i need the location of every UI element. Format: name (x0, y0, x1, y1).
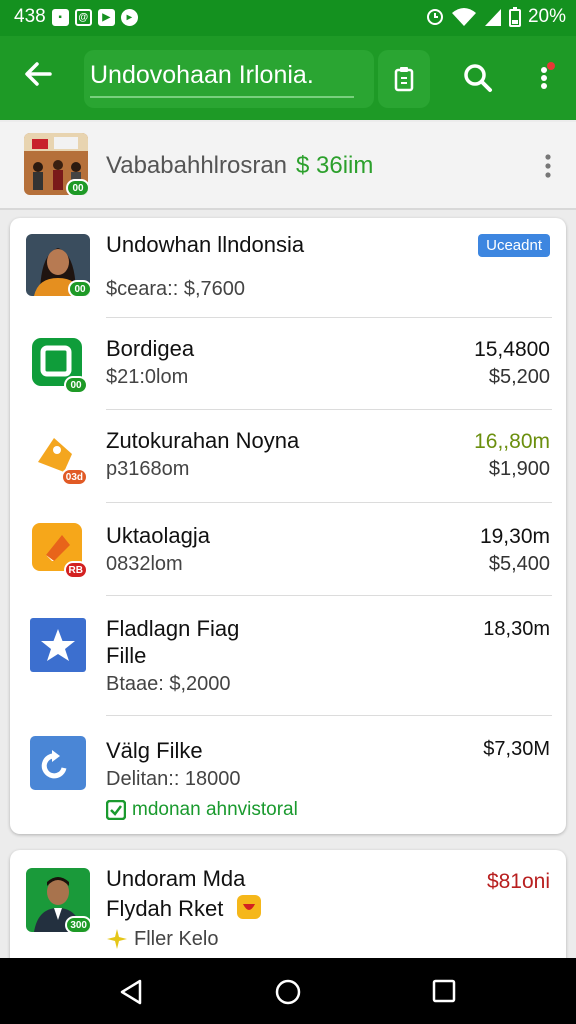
item-title-line1: Fladlagn Fiag (106, 616, 240, 641)
back-nav-icon[interactable] (118, 978, 144, 1006)
clipboard-icon (394, 67, 414, 92)
summary-row[interactable]: 00 Vababahhlrosran $ 36iim (0, 122, 576, 210)
item-title: Uktaolagja (106, 523, 210, 548)
item-badge: 03d (60, 468, 88, 486)
item-title-line2: Fille (106, 643, 147, 668)
system-nav-bar (0, 958, 576, 1024)
green-chat-icon: 00 (30, 336, 88, 394)
search-field[interactable]: Undovohaan Irlonia. (84, 50, 374, 108)
item-value: 19,30m (479, 525, 550, 548)
item-value: 16,,80m (474, 430, 550, 453)
contact-name: Undoram Mda (106, 866, 246, 891)
item-subtitle: Delitan:: 18000 (106, 768, 241, 790)
battery-icon (508, 7, 521, 27)
list-item[interactable]: Välg Filke Delitan:: 18000 $7,30M mdonan… (10, 716, 566, 834)
list-item[interactable]: RB Uktaolagja 0832lom 19,30m $5,400 (10, 503, 566, 596)
status-bar: 438 ▪ @ ▶ ▸ 20% (0, 0, 576, 36)
clipboard-button[interactable] (378, 50, 430, 108)
message-icon: @ (74, 8, 92, 26)
status-tag: Uceadnt (478, 234, 550, 257)
battery-level: 20% (527, 6, 566, 27)
item-badge: 00 (64, 376, 88, 394)
contact-avatar: 300 (26, 868, 90, 932)
header-avatar: 00 (26, 234, 90, 296)
notification-icon: ▪ (51, 8, 69, 26)
emoji-icon (237, 895, 261, 919)
transactions-card: 00 Undowhan llndonsia $ceara:: $,7600 Uc… (10, 218, 566, 834)
star-icon (30, 618, 86, 674)
item-amount: $1,900 (488, 458, 550, 480)
header-avatar-badge: 00 (68, 280, 90, 296)
summary-thumb-badge: 00 (66, 179, 88, 195)
summary-more-icon[interactable] (542, 152, 554, 180)
summary-title: Vababahhlrosran (106, 152, 288, 179)
alarm-icon (426, 9, 443, 25)
refresh-icon (30, 736, 86, 792)
home-nav-icon[interactable] (274, 978, 302, 1006)
item-title: Välg Filke (106, 738, 203, 763)
list-item[interactable]: 00 Bordigea $21:0lom 15,4800 $5,200 (10, 318, 566, 410)
item-title: Zutokurahan Noyna (106, 428, 300, 453)
list-item[interactable]: 03d Zutokurahan Noyna p3168om 16,,80m $1… (10, 410, 566, 503)
status-right: 20% (426, 6, 566, 28)
media-icon: ▶ (97, 8, 115, 26)
item-check-label: mdonan ahnvistoral (132, 799, 298, 820)
summary-thumbnail: 00 (24, 133, 88, 195)
header-subtitle: $ceara:: $,7600 (106, 278, 245, 300)
item-value: $7,30M (483, 738, 550, 760)
item-amount: $5,200 (488, 366, 550, 388)
contact-amount: $81oni (486, 870, 550, 893)
more-vert-icon (541, 62, 555, 89)
sparkle-icon (107, 929, 127, 949)
search-button[interactable] (458, 58, 498, 98)
status-left: 438 ▪ @ ▶ ▸ (14, 6, 138, 28)
recents-nav-icon[interactable] (432, 979, 456, 1003)
item-title: Bordigea (106, 336, 195, 361)
contact-avatar-badge: 300 (65, 916, 90, 932)
overflow-menu-button[interactable] (526, 58, 566, 98)
summary-amount: $ 36iim (296, 152, 374, 179)
card-header-row[interactable]: 00 Undowhan llndonsia $ceara:: $,7600 Uc… (10, 218, 566, 318)
signal-icon (484, 9, 501, 26)
wifi-icon (451, 8, 476, 26)
header-title: Undowhan llndonsia (106, 232, 305, 257)
item-subtitle: $21:0lom (106, 366, 189, 388)
contact-card[interactable]: 300 Undoram Mda Flydah Rket Fller Kelo $… (10, 850, 566, 970)
contact-subtitle: Fller Kelo (134, 928, 219, 950)
status-time: 438 (14, 6, 46, 27)
search-icon (464, 64, 492, 92)
list-item[interactable]: Fladlagn Fiag Fille Btaae: $,2000 18,30m (10, 596, 566, 716)
checkbox-icon[interactable] (106, 800, 126, 820)
play-store-icon: ▸ (120, 8, 138, 26)
search-underline (90, 96, 354, 98)
item-badge: RB (63, 561, 88, 579)
item-value: 18,30m (483, 618, 550, 640)
back-button[interactable] (22, 58, 58, 98)
item-subtitle: Btaae: $,2000 (106, 673, 231, 695)
orange-play-icon: RB (30, 521, 88, 579)
orange-tag-icon: 03d (30, 428, 88, 486)
item-amount: $5,400 (488, 553, 550, 575)
app-toolbar: Undovohaan Irlonia. (0, 36, 576, 120)
contact-org: Flydah Rket (106, 896, 224, 921)
item-subtitle: 0832lom (106, 553, 183, 575)
back-arrow-icon (25, 62, 52, 86)
search-input[interactable]: Undovohaan Irlonia. (90, 61, 314, 90)
item-value: 15,4800 (474, 338, 550, 361)
item-subtitle: p3168om (106, 458, 190, 480)
